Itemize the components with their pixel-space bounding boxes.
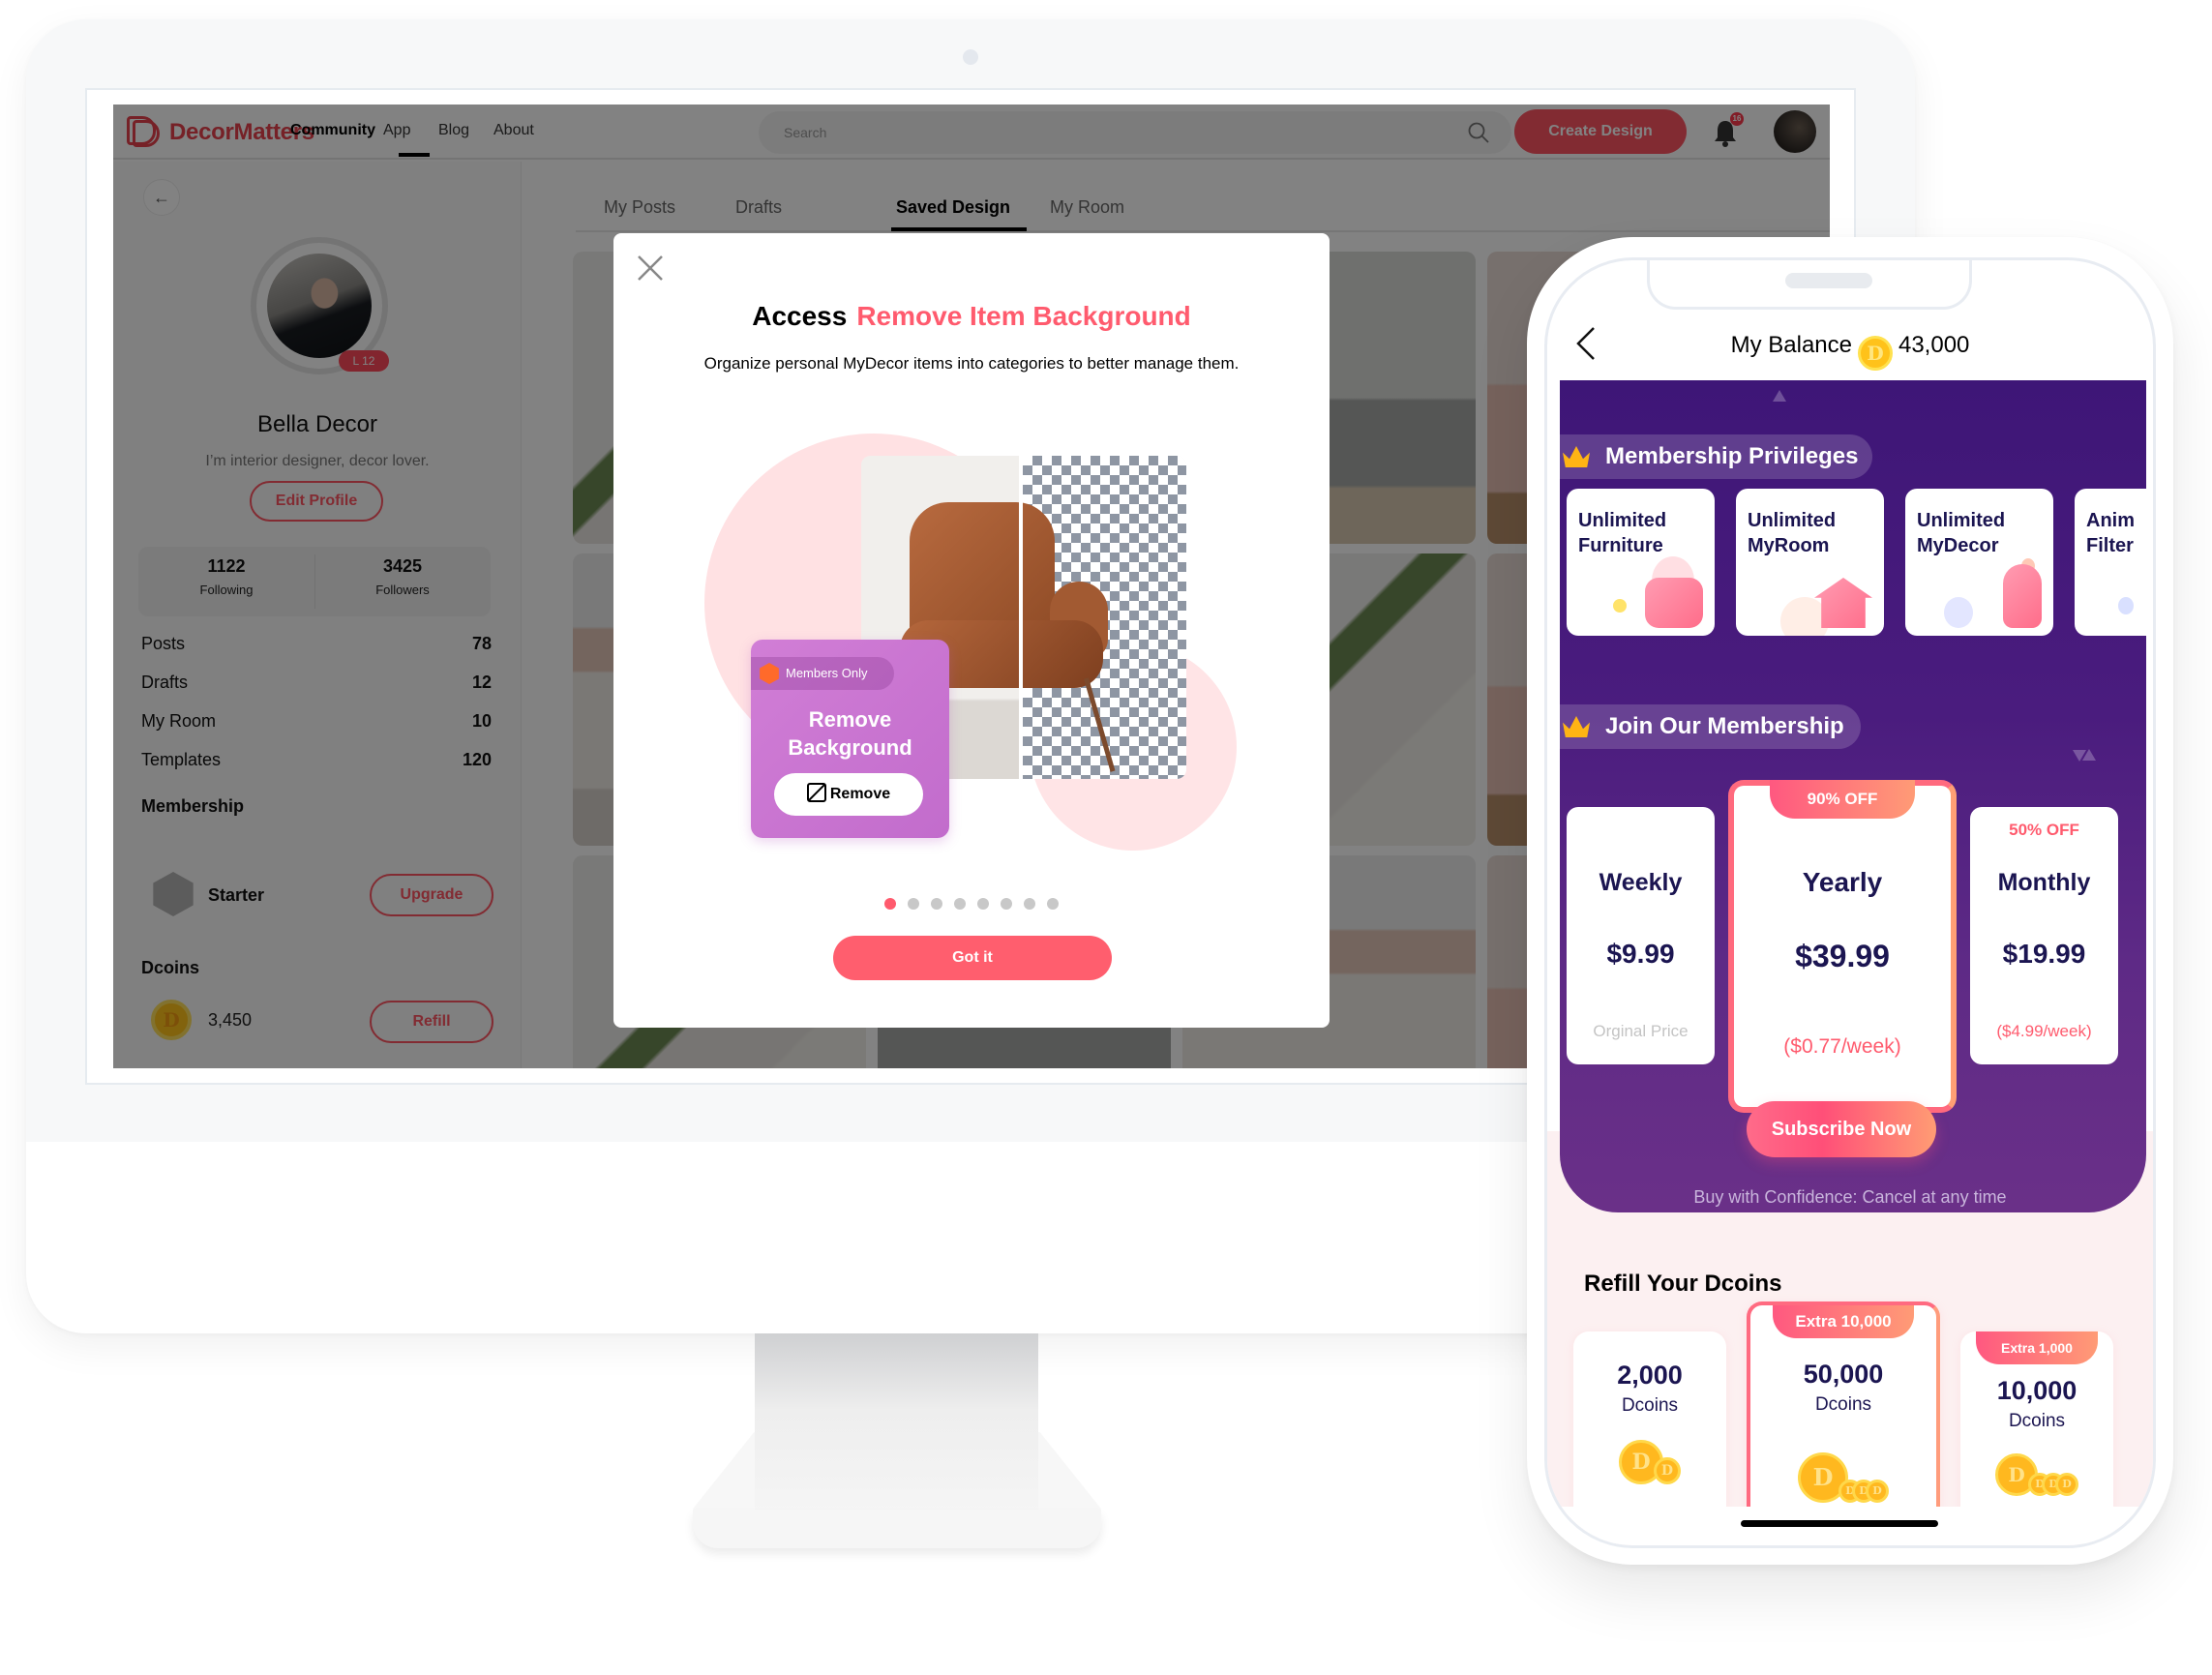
- privilege-line: Filter: [2086, 535, 2134, 556]
- coin-stack-icon: D D: [1619, 1440, 1681, 1484]
- vase-icon: [2003, 564, 2042, 628]
- plan-price: $19.99: [2002, 939, 2086, 969]
- modal-title-accent: Remove Item Background: [856, 301, 1191, 331]
- pagination-dot[interactable]: [1047, 898, 1059, 910]
- pagination-dot[interactable]: [1001, 898, 1012, 910]
- membership-heading: Join Our Membership: [1547, 704, 1861, 749]
- modal-title: Access Remove Item Background: [613, 301, 1330, 332]
- split-divider: [1019, 456, 1023, 779]
- coin-stack-icon: D D D D: [1995, 1453, 2078, 1496]
- dcoin-pack-unit: Dcoins: [1814, 1394, 1872, 1415]
- dcoin-pack-amount: 2,000: [1617, 1361, 1683, 1390]
- plan-note: Orginal Price: [1593, 1022, 1689, 1040]
- balance-label: My Balance: [1730, 332, 1852, 358]
- privilege-card-myroom[interactable]: Unlimited MyRoom: [1736, 489, 1884, 636]
- monitor-stand: [755, 1333, 1038, 1527]
- privileges-title: Membership Privileges: [1605, 443, 1859, 469]
- privilege-line: MyDecor: [1917, 535, 1999, 556]
- balance-amount: 43,000: [1898, 332, 1970, 358]
- sofa-icon: [1645, 578, 1703, 628]
- privilege-card-mydecor[interactable]: Unlimited MyDecor: [1905, 489, 2053, 636]
- discount-badge: 90% OFF: [1770, 780, 1915, 819]
- promo-card: Members Only Remove Background Remove: [751, 640, 949, 838]
- promo-title: Remove Background: [751, 705, 949, 762]
- promo-title-line: Background: [788, 735, 912, 760]
- remove-label: Remove: [829, 786, 891, 802]
- dcoin-pack-amount: 50,000: [1803, 1360, 1884, 1389]
- decor-blob: [2118, 597, 2134, 614]
- pagination-dot[interactable]: [1024, 898, 1035, 910]
- pagination-dot[interactable]: [908, 898, 919, 910]
- membership-badge-icon: [760, 663, 779, 684]
- privilege-line: Unlimited: [1748, 510, 1837, 531]
- feature-modal: Access Remove Item Background Organize pe…: [613, 233, 1330, 1028]
- confidence-note: Buy with Confidence: Cancel at any time: [1693, 1187, 2007, 1207]
- modal-subtitle: Organize personal MyDecor items into cat…: [703, 354, 1240, 373]
- close-icon[interactable]: [635, 253, 666, 284]
- dcoin-icon: D: [1857, 336, 1893, 371]
- membership-title: Join Our Membership: [1605, 713, 1844, 739]
- plan-name: Yearly: [1802, 867, 1883, 897]
- plan-price: $9.99: [1606, 939, 1675, 969]
- privilege-line: MyRoom: [1748, 535, 1830, 556]
- plan-card-weekly[interactable]: Weekly $9.99 Orginal Price: [1567, 807, 1715, 1064]
- plan-note: ($0.77/week): [1783, 1035, 1901, 1058]
- privilege-line: Anim: [2086, 510, 2135, 531]
- privilege-card-filter[interactable]: Anim Filter: [2075, 489, 2153, 636]
- plan-name: Weekly: [1599, 869, 1683, 896]
- plan-price: $39.99: [1795, 939, 1890, 973]
- dcoin-pack-unit: Dcoins: [2008, 1411, 2066, 1431]
- privilege-line: Unlimited: [1917, 510, 2006, 531]
- phone-notch: [1647, 260, 1972, 310]
- decor-blob: [1613, 599, 1627, 613]
- promo-title-line: Remove: [808, 707, 892, 732]
- bonus-badge: Extra 10,000: [1773, 1305, 1914, 1338]
- privilege-line: Furniture: [1578, 535, 1663, 556]
- balance-header: My Balance D 43,000: [1547, 314, 2153, 382]
- pagination-dot[interactable]: [977, 898, 989, 910]
- members-only-badge: Members Only: [751, 657, 894, 690]
- decor-triangle: [1773, 390, 1786, 402]
- bonus-badge: Extra 1,000: [1976, 1331, 2098, 1364]
- webcam-dot: [963, 49, 978, 65]
- privilege-line: Unlimited: [1578, 510, 1667, 531]
- remove-button[interactable]: Remove: [774, 773, 923, 816]
- speaker-grille: [1785, 273, 1872, 288]
- modal-title-prefix: Access: [752, 301, 848, 331]
- crown-icon: [1563, 716, 1590, 737]
- house-icon: [1814, 578, 1872, 628]
- dcoin-pack-amount: 10,000: [1996, 1376, 2077, 1405]
- crown-icon: [1563, 446, 1590, 467]
- dcoin-pack-unit: Dcoins: [1621, 1395, 1679, 1416]
- home-indicator[interactable]: [1741, 1520, 1938, 1527]
- decor-blob: [1944, 597, 1973, 628]
- pagination-dots: [613, 897, 1330, 914]
- monitor-stand-base: [693, 1510, 1101, 1548]
- pagination-dot[interactable]: [954, 898, 966, 910]
- pagination-dot[interactable]: [931, 898, 942, 910]
- plan-card-yearly[interactable]: 90% OFF Yearly $39.99 ($0.77/week): [1728, 780, 1957, 1113]
- refill-heading: Refill Your Dcoins: [1584, 1271, 1782, 1297]
- plan-name: Monthly: [1997, 869, 2091, 896]
- phone-screen: My Balance D 43,000 Membership Privileges …: [1544, 257, 2156, 1548]
- home-indicator-area: [1547, 1507, 2153, 1545]
- pagination-dot[interactable]: [884, 898, 896, 910]
- plan-card-monthly[interactable]: 50% OFF Monthly $19.99 ($4.99/week): [1970, 807, 2118, 1064]
- subscribe-now-button[interactable]: Subscribe Now: [1747, 1101, 1936, 1157]
- privileges-heading: Membership Privileges: [1547, 434, 1872, 479]
- got-it-button[interactable]: Got it: [833, 936, 1112, 980]
- discount-badge: 50% OFF: [2009, 821, 2079, 839]
- privilege-card-furniture[interactable]: Unlimited Furniture: [1567, 489, 1715, 636]
- members-only-label: Members Only: [786, 666, 868, 680]
- remove-background-icon: [806, 783, 826, 802]
- coin-stack-icon: D D D D: [1798, 1452, 1889, 1503]
- decor-triangle: [2082, 749, 2096, 761]
- balance-title: My Balance D 43,000: [1547, 332, 2153, 371]
- plan-note: ($4.99/week): [1996, 1022, 2092, 1040]
